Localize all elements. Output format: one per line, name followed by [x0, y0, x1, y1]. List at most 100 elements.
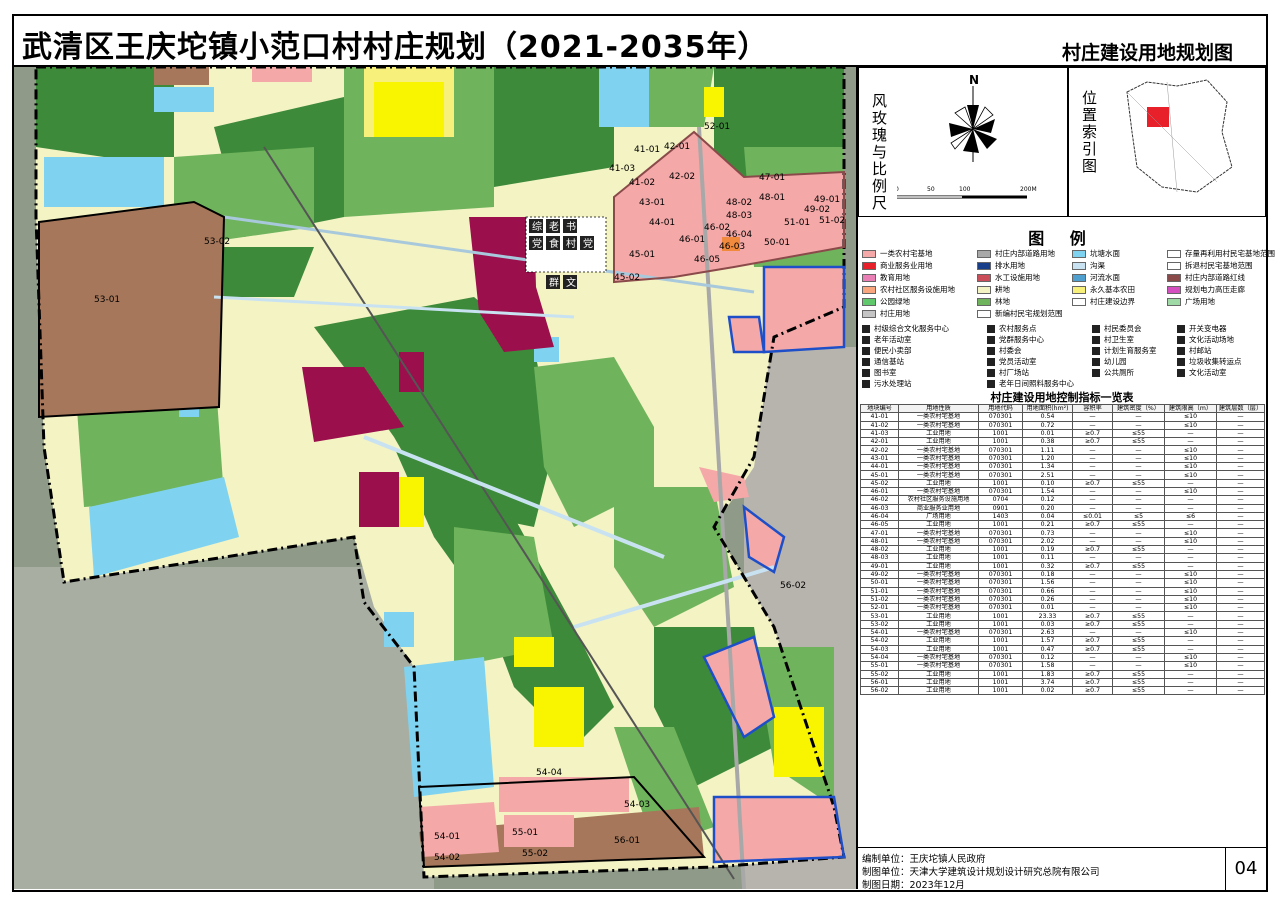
svg-text:51-01: 51-01	[784, 218, 810, 228]
wind-rose: N 0 50 100 200M	[897, 73, 1037, 199]
table-cell: ≤55	[1112, 611, 1165, 621]
table-row: 55-02 工业用地 1001 1.83 ≥0.7 ≤55— —	[860, 669, 1265, 679]
legend-swatch	[1167, 297, 1181, 306]
svg-text:49-02: 49-02	[804, 205, 830, 215]
table-cell: 一类农村宅基地	[898, 652, 979, 663]
table-row: 51-01 一类农村宅基地 070301 0.66— — ≤10—	[860, 586, 1265, 596]
table-cell: 53-01	[860, 611, 899, 621]
land-use-map-svg: 综 老 书 党 食 村 党 群 文 41-03 42-01 41-01 41-0…	[14, 67, 856, 889]
svg-text:42-01: 42-01	[664, 142, 690, 152]
facility-icon	[1177, 357, 1185, 366]
legend-title: 图 例	[1028, 229, 1096, 248]
table-cell: ≤10	[1164, 445, 1217, 455]
table-cell: —	[1072, 652, 1113, 663]
village-location-marker	[1147, 107, 1169, 127]
table-cell: ≤55	[1112, 669, 1165, 679]
table-cell: 1.57	[1022, 636, 1073, 646]
legend-icon-item: 便民小卖部	[862, 345, 912, 356]
table-cell: 070301	[978, 652, 1023, 663]
land-use-map[interactable]: 综 老 书 党 食 村 党 群 文 41-03 42-01 41-01 41-0…	[14, 67, 858, 889]
legend-label: 新编村民宅规划范围	[995, 309, 1063, 318]
table-cell: 46-01	[860, 486, 899, 497]
table-cell: 1403	[978, 511, 1023, 522]
table-cell: ≥0.7	[1072, 545, 1113, 555]
legend-icon-item: 村级综合文化服务中心	[862, 323, 949, 334]
svg-text:食: 食	[549, 237, 559, 250]
legend-icon-label: 污水处理站	[874, 379, 912, 388]
table-cell: 1.11	[1022, 445, 1073, 455]
svg-text:46-04: 46-04	[726, 230, 752, 240]
legend-item: 村庄内部道路用地	[977, 248, 1055, 259]
table-row: 55-01 一类农村宅基地 070301 1.58— — ≤10—	[860, 661, 1265, 671]
index-map-title: 位置索引图	[1080, 90, 1098, 175]
table-cell: —	[1072, 569, 1113, 580]
legend-swatch	[862, 297, 876, 306]
facility-icon	[1177, 346, 1185, 355]
legend-label: 规划电力高压走廊	[1185, 285, 1245, 294]
table-cell: 070301	[978, 420, 1023, 430]
legend-item: 耕地	[977, 284, 1010, 295]
legend-icon-label: 村厂场站	[999, 368, 1029, 377]
table-cell: —	[1072, 486, 1113, 497]
legend-label: 村庄内部道路红线	[1185, 273, 1245, 282]
table-cell: 一类农村宅基地	[898, 412, 979, 422]
table-row: 44-01 一类农村宅基地 070301 1.34— — ≤10—	[860, 462, 1265, 472]
table-cell: 55-01	[860, 661, 899, 671]
table-cell: 1001	[978, 428, 1023, 439]
table-cell: —	[1112, 503, 1165, 513]
svg-text:党: 党	[532, 237, 542, 250]
table-cell: —	[1112, 470, 1165, 480]
table-cell: —	[1216, 545, 1265, 555]
table-cell: 0.10	[1022, 478, 1073, 488]
table-cell: ≥0.7	[1072, 677, 1113, 688]
table-header-cell: 容积率	[1072, 403, 1113, 414]
table-body: 41-01 一类农村宅基地 070301 0.54— — ≤10—41-02 一类农村宅基地…	[860, 412, 1265, 696]
table-row: 48-02 工业用地 1001 0.19 ≥0.7 ≤55— —	[860, 545, 1265, 555]
svg-text:54-03: 54-03	[624, 800, 650, 810]
table-cell: —	[1216, 594, 1265, 605]
industrial-land-53-01	[39, 202, 224, 417]
pond-water	[154, 87, 214, 112]
table-cell: 一类农村宅基地	[898, 486, 979, 497]
legend-label: 永久基本农田	[1090, 285, 1135, 294]
table-cell: —	[1164, 686, 1217, 696]
legend-label: 村庄建设边界	[1090, 297, 1135, 306]
table-cell: 1001	[978, 677, 1023, 688]
legend-swatch	[862, 261, 876, 270]
table-cell: ≤10	[1164, 578, 1217, 588]
table-cell: 48-01	[860, 536, 899, 547]
table-cell: 070301	[978, 586, 1023, 596]
table-cell: 1001	[978, 553, 1023, 563]
table-cell: 50-01	[860, 578, 899, 588]
legend-label: 坑塘水面	[1090, 249, 1120, 258]
facility-icon	[862, 379, 870, 388]
table-cell: —	[1164, 478, 1217, 488]
table-cell: 42-01	[860, 437, 899, 447]
table-cell: 46-04	[860, 511, 899, 522]
table-row: 52-01 一类农村宅基地 070301 0.01— — ≤10—	[860, 603, 1265, 613]
table-cell: —	[1072, 661, 1113, 671]
map-subtitle: 村庄建设用地规划图	[1062, 42, 1234, 64]
legend-label: 公园绿地	[880, 297, 910, 306]
table-cell: 工业用地	[898, 553, 979, 563]
facility-icon	[1177, 335, 1185, 344]
legend-item: 教育用地	[862, 272, 910, 283]
table-cell: 工业用地	[898, 437, 979, 447]
table-cell: 1.83	[1022, 669, 1073, 679]
svg-text:49-01: 49-01	[814, 195, 840, 205]
legend-label: 拆退村民宅基地范围	[1185, 261, 1253, 270]
basic-farmland	[534, 687, 584, 747]
footer: 编制单位：王庆坨镇人民政府 制图单位：天津大学建筑设计规划设计研究总院有限公司 …	[858, 847, 1266, 891]
table-row: 49-02 一类农村宅基地 070301 0.18— — ≤10—	[860, 569, 1265, 580]
table-cell: —	[1112, 420, 1165, 430]
table-cell: —	[1112, 536, 1165, 547]
table-cell: 0704	[978, 495, 1023, 505]
table-cell: 070301	[978, 578, 1023, 588]
table-cell: —	[1112, 569, 1165, 580]
facility-icon	[987, 368, 995, 377]
legend-swatch	[1072, 249, 1086, 258]
table-cell: 0.66	[1022, 586, 1073, 596]
table-cell: 一类农村宅基地	[898, 462, 979, 472]
table-cell: 2.51	[1022, 470, 1073, 480]
legend-swatch	[1167, 249, 1181, 258]
